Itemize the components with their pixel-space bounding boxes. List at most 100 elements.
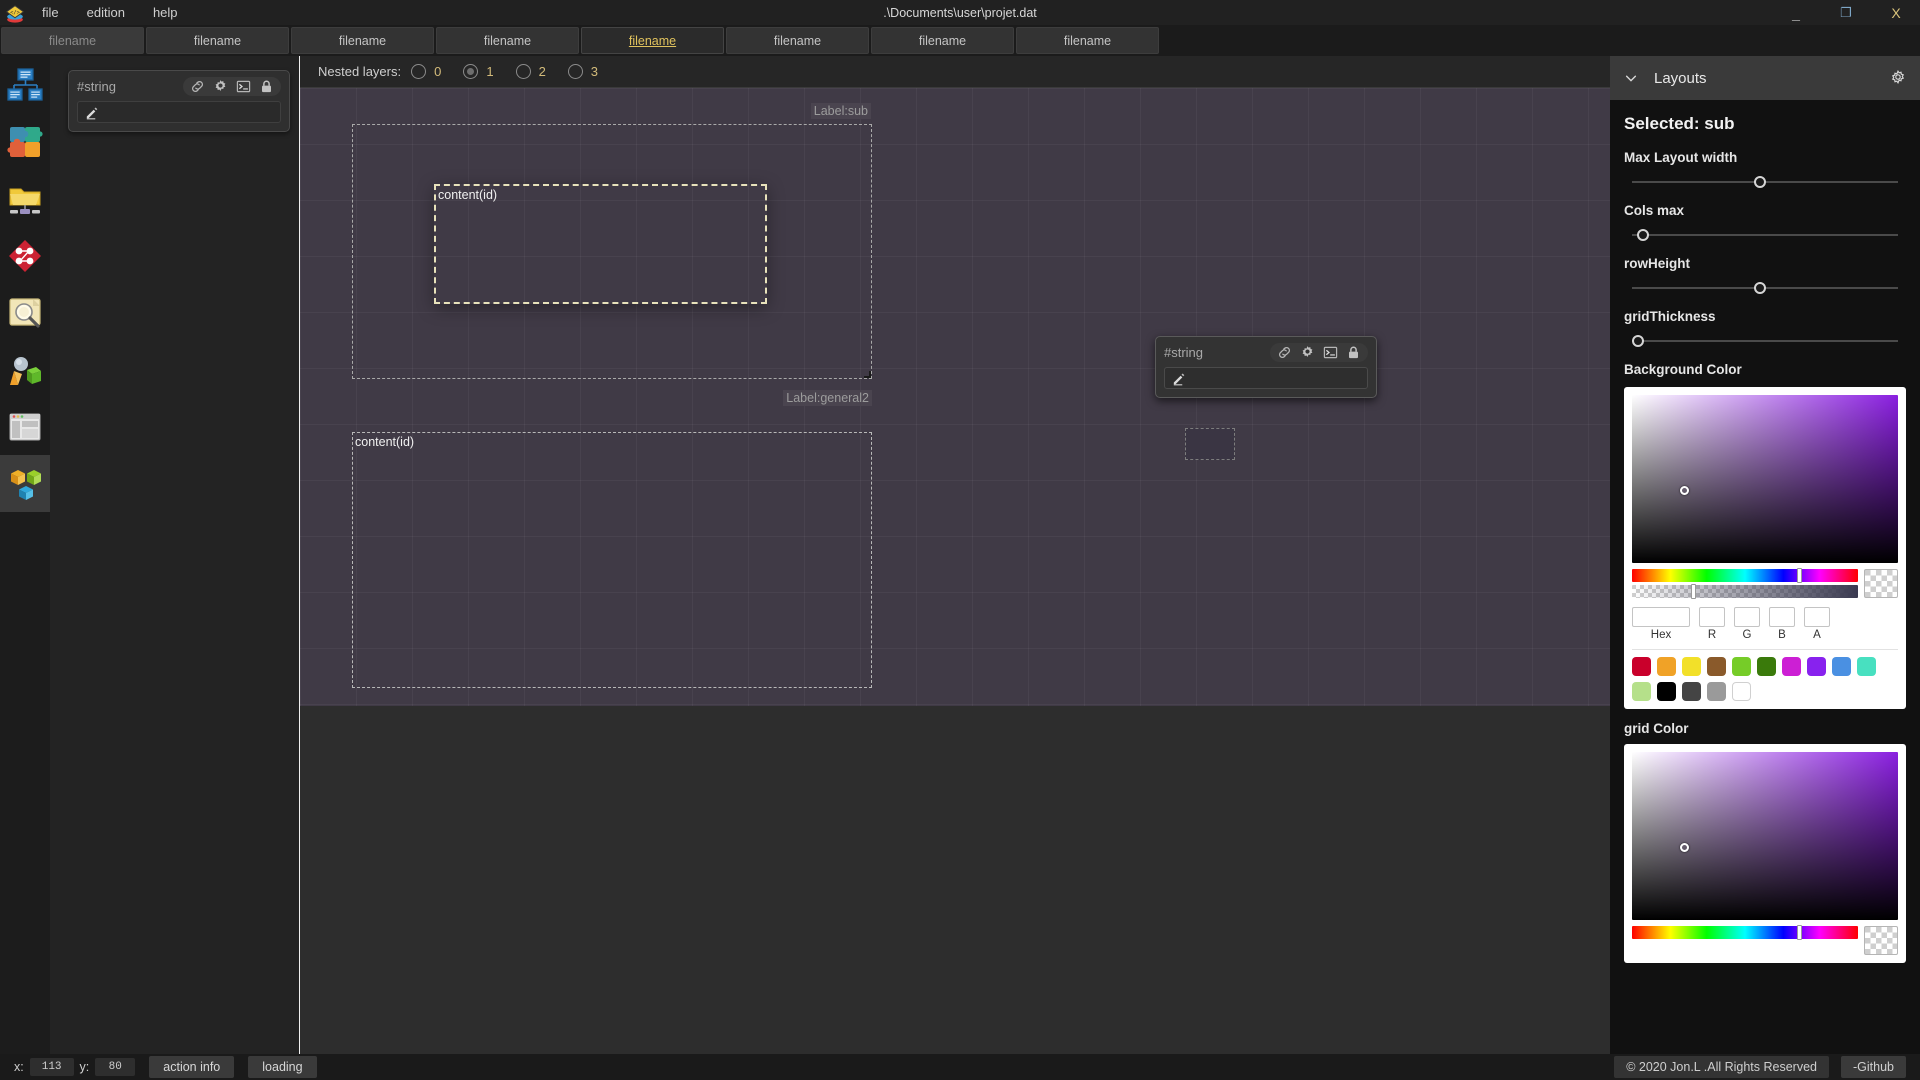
rail-item-node-graph[interactable] [0,227,50,284]
terminal-icon[interactable] [1323,345,1338,360]
slider-thumb[interactable] [1754,282,1767,294]
content-box-general2[interactable]: content(id) [352,432,872,688]
saturation-value-area[interactable] [1632,395,1898,563]
tab-3[interactable]: filename [436,27,579,54]
lock-icon[interactable] [259,79,274,94]
hue-slider[interactable] [1632,568,1858,583]
tab-7[interactable]: filename [1016,27,1159,54]
node-card-edit-row[interactable] [77,101,281,123]
g-field-label: G [1742,629,1752,641]
color-swatch[interactable] [1832,657,1851,676]
color-swatch[interactable] [1707,657,1726,676]
tab-4-active[interactable]: filename [581,27,724,54]
color-swatch[interactable] [1732,682,1751,701]
tab-5[interactable]: filename [726,27,869,54]
sv-cursor[interactable] [1679,485,1689,495]
color-swatch[interactable] [1657,682,1676,701]
lock-icon[interactable] [1346,345,1361,360]
slider-row-height[interactable] [1632,281,1898,295]
node-card-string[interactable]: #string [68,70,290,132]
color-swatch[interactable] [1632,682,1651,701]
tab-6[interactable]: filename [871,27,1014,54]
color-swatch[interactable] [1807,657,1826,676]
grid-color-picker[interactable] [1624,744,1906,963]
resize-handle[interactable] [864,371,871,378]
rail-item-network-folder[interactable] [0,170,50,227]
terminal-icon[interactable] [236,79,251,94]
rail-item-layout-browser[interactable] [0,398,50,455]
coord-y-label: y: [79,1060,90,1074]
chevron-down-icon[interactable] [1624,71,1638,85]
action-info-chip[interactable]: action info [149,1056,235,1078]
b-input[interactable] [1769,607,1795,627]
floating-node-card[interactable]: #string [1155,336,1377,398]
hue-thumb[interactable] [1796,568,1802,583]
slider-thumb[interactable] [1632,335,1644,347]
slider-thumb[interactable] [1754,176,1767,188]
a-input[interactable] [1804,607,1830,627]
radio-icon-1-selected[interactable] [463,64,479,79]
canvas-viewport[interactable]: Label:sub content(id) Label:general2 con… [300,88,1610,1056]
pencil-icon[interactable] [84,105,99,120]
menu-item-help[interactable]: help [151,3,180,22]
menu-bar: file edition help [40,3,180,22]
sv-cursor-grid[interactable] [1679,842,1689,852]
radio-icon-3[interactable] [567,64,583,79]
r-input[interactable] [1699,607,1725,627]
color-swatch[interactable] [1732,657,1751,676]
background-color-picker[interactable]: Hex R G B A [1624,387,1906,709]
saturation-value-area-grid[interactable] [1632,752,1898,920]
nested-layers-option-2[interactable]: 2 [515,64,546,79]
hue-slider-grid[interactable] [1632,925,1858,940]
rail-item-sitemap[interactable] [0,56,50,113]
slider-cols-max[interactable] [1632,228,1898,242]
minimize-button[interactable]: _ [1788,5,1804,21]
hue-thumb-grid[interactable] [1796,925,1802,940]
slider-thumb[interactable] [1637,229,1650,241]
color-swatch[interactable] [1707,682,1726,701]
nested-layers-option-1[interactable]: 1 [463,64,494,79]
g-input[interactable] [1734,607,1760,627]
github-link[interactable]: -Github [1841,1056,1906,1078]
link-icon[interactable] [1277,345,1292,360]
close-button[interactable]: X [1888,5,1904,21]
rail-item-puzzle[interactable] [0,113,50,170]
menu-item-edition[interactable]: edition [85,3,127,22]
hex-input[interactable] [1632,607,1690,627]
nested-layers-option-0[interactable]: 0 [411,64,441,79]
color-swatch[interactable] [1782,657,1801,676]
radio-icon-2[interactable] [515,64,531,79]
rail-item-blocks[interactable] [0,455,50,512]
color-swatch[interactable] [1682,682,1701,701]
menu-item-file[interactable]: file [40,3,61,22]
tab-1[interactable]: filename [146,27,289,54]
radio-label-2: 2 [538,64,546,79]
preset-swatch-grid [1632,657,1898,701]
link-icon[interactable] [190,79,205,94]
rail-item-3d-shapes[interactable] [0,341,50,398]
radio-icon-0[interactable] [411,64,427,79]
alpha-thumb[interactable] [1690,584,1696,599]
content-box-selected[interactable]: content(id) [434,184,767,304]
color-swatch[interactable] [1632,657,1651,676]
color-preview-swatch [1864,569,1898,598]
tab-0[interactable]: filename [1,27,144,54]
pencil-icon[interactable] [1171,371,1186,386]
tab-2[interactable]: filename [291,27,434,54]
maximize-button[interactable]: ❐ [1838,5,1854,21]
gear-icon[interactable] [213,79,228,94]
color-swatch[interactable] [1757,657,1776,676]
slider-max-layout-width[interactable] [1632,175,1898,189]
loading-chip[interactable]: loading [248,1056,317,1078]
rail-item-image-search[interactable] [0,284,50,341]
gear-icon[interactable] [1890,70,1906,86]
color-swatch[interactable] [1682,657,1701,676]
node-card-title: #string [77,78,117,94]
slider-grid-thickness[interactable] [1632,334,1898,348]
color-swatch[interactable] [1657,657,1676,676]
alpha-slider[interactable] [1632,584,1858,599]
nested-layers-option-3[interactable]: 3 [567,64,598,79]
floating-node-edit-row[interactable] [1164,367,1368,389]
color-swatch[interactable] [1857,657,1876,676]
gear-icon[interactable] [1300,345,1315,360]
